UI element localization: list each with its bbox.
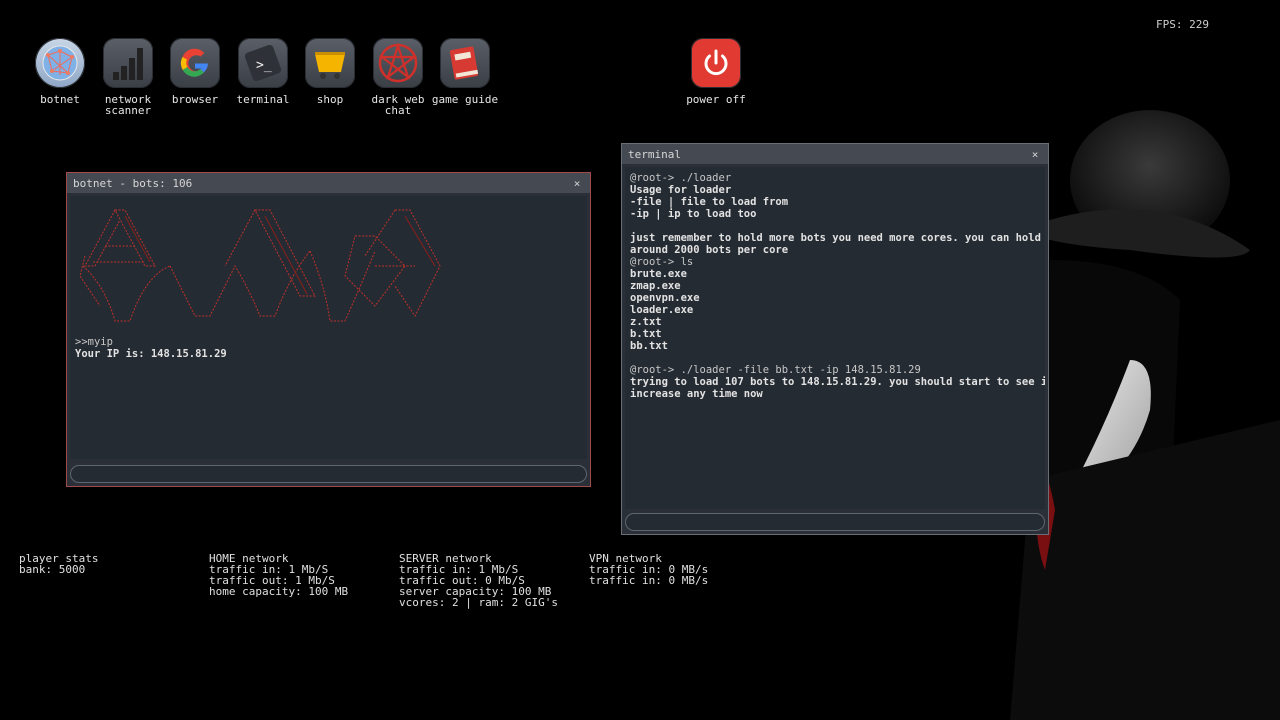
desktop-icon-label: browser: [171, 93, 219, 106]
botnet-window[interactable]: botnet - bots: 106 × >>myip Your IP is: 1…: [66, 172, 591, 487]
power-icon: [691, 38, 741, 88]
fps-counter: FPS: 229: [1156, 18, 1209, 31]
botnet-console-output: >>myip Your IP is: 148.15.81.29: [70, 196, 587, 459]
vpn-network-panel: VPN network traffic in: 0 MB/s traffic i…: [589, 553, 708, 586]
terminal-console-output: @root-> ./loader Usage for loader -file | …: [625, 167, 1045, 509]
close-button[interactable]: ×: [1028, 148, 1042, 161]
botnet-command-input[interactable]: [70, 465, 587, 483]
home-network-panel: HOME network traffic in: 1 Mb/S traffic …: [209, 553, 348, 597]
bank-value: bank: 5000: [19, 563, 86, 576]
desktop-icon-label: terminal: [236, 93, 290, 106]
terminal-window[interactable]: terminal × @root-> ./loader Usage for loa…: [621, 143, 1049, 535]
console-output-line: just remember to hold more bots you need…: [630, 232, 1041, 244]
globe-network-icon: [35, 38, 85, 88]
botnet-console-lines: >>myip Your IP is: 148.15.81.29: [75, 336, 582, 360]
botnet-window-titlebar[interactable]: botnet - bots: 106 ×: [67, 173, 590, 193]
svg-text:>_: >_: [256, 58, 272, 73]
console-output-line: openvpn.exe: [630, 292, 700, 304]
console-output-line: trying to load 107 bots to 148.15.81.29.…: [630, 376, 1045, 388]
console-output-line: bb.txt: [630, 340, 668, 352]
browser-desktop-icon[interactable]: browser: [159, 38, 231, 105]
game-guide-desktop-icon[interactable]: game guide: [429, 38, 501, 105]
book-icon: [440, 38, 490, 88]
stats-line: traffic in: 0 MB/s: [589, 574, 709, 587]
console-output-line: Your IP is: 148.15.81.29: [75, 348, 227, 360]
close-button[interactable]: ×: [570, 177, 584, 190]
terminal-desktop-icon[interactable]: >_ terminal: [227, 38, 299, 105]
window-title: botnet - bots: 106: [73, 176, 193, 190]
console-command-line: @root-> ./loader: [630, 172, 732, 184]
signal-bars-icon: [103, 38, 153, 88]
terminal-command-input[interactable]: [625, 513, 1045, 531]
pentagram-icon: [373, 38, 423, 88]
desktop-icon-label: game guide: [431, 93, 499, 106]
terminal-prompt-icon: >_: [238, 38, 288, 88]
console-output-line: brute.exe: [630, 268, 687, 280]
stats-line: vcores: 2 | ram: 2 GIG's: [399, 596, 558, 609]
desktop-icon-label: power off: [686, 93, 746, 106]
shopping-cart-icon: [305, 38, 355, 88]
console-output-line: z.txt: [630, 316, 662, 328]
player-stats-panel: player stats bank: 5000: [19, 553, 98, 575]
console-output-line: Usage for loader: [630, 184, 732, 196]
console-output-line: b.txt: [630, 328, 662, 340]
console-command-line: @root-> ./loader -file bb.txt -ip 148.15…: [630, 364, 921, 376]
terminal-console-lines: @root-> ./loader Usage for loader -file | …: [630, 172, 1045, 400]
console-output-line: -ip | ip to load too: [630, 208, 757, 220]
desktop-icon-label: dark web chat: [371, 93, 425, 117]
network-scanner-desktop-icon[interactable]: network scanner: [92, 38, 164, 116]
server-network-panel: SERVER network traffic in: 1 Mb/S traffi…: [399, 553, 558, 608]
shop-desktop-icon[interactable]: shop: [294, 38, 366, 105]
botnet-desktop-icon[interactable]: botnet: [24, 38, 96, 105]
desktop-icon-label: shop: [316, 93, 344, 106]
desktop-icon-label: network scanner: [104, 93, 152, 117]
desktop-icon-label: botnet: [40, 93, 80, 106]
console-output-line: zmap.exe: [630, 280, 681, 292]
dark-web-chat-desktop-icon[interactable]: dark web chat: [362, 38, 434, 116]
console-output-line: -file | file to load from: [630, 196, 789, 208]
console-command-line: >>myip: [75, 336, 113, 348]
console-output-line: increase any time now: [630, 388, 763, 400]
stats-line: home capacity: 100 MB: [209, 585, 349, 598]
window-title: terminal: [628, 147, 681, 161]
google-g-icon: [170, 38, 220, 88]
ascii-art-logo: [79, 209, 441, 322]
console-output-line: loader.exe: [630, 304, 694, 316]
terminal-window-titlebar[interactable]: terminal ×: [622, 144, 1048, 164]
console-output-line: around 2000 bots per core: [630, 244, 789, 256]
console-command-line: @root-> ls: [630, 256, 694, 268]
power-off-desktop-icon[interactable]: power off: [680, 38, 752, 105]
